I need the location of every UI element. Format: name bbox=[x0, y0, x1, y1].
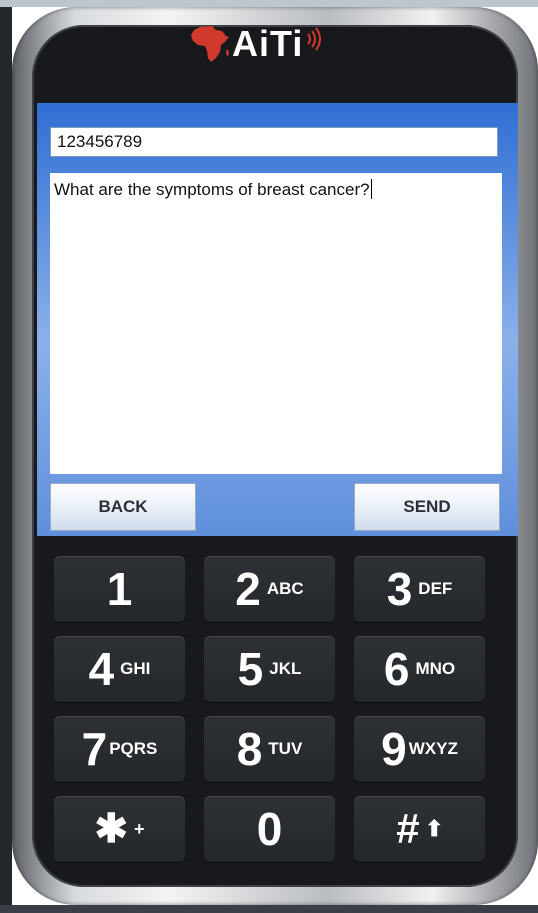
aiti-logo: AiTi bbox=[190, 24, 323, 64]
key-0[interactable]: 0 bbox=[204, 796, 335, 862]
key-7[interactable]: 7 PQRS bbox=[54, 716, 185, 782]
key-5[interactable]: 5 JKL bbox=[204, 636, 335, 702]
keypad: 1 2 ABC 3 DEF 4 GHI 5 JKL 6 MNO 7 PQRS 8… bbox=[54, 556, 488, 866]
key-9[interactable]: 9 WXYZ bbox=[354, 716, 485, 782]
back-button[interactable]: BACK bbox=[50, 483, 196, 531]
hash-icon: # bbox=[395, 805, 419, 852]
africa-map-icon bbox=[191, 26, 229, 62]
key-letters: DEF bbox=[418, 579, 453, 598]
signal-waves-icon bbox=[307, 27, 322, 51]
key-digit: 3 bbox=[386, 563, 413, 615]
logo-text: AiTi bbox=[232, 23, 304, 64]
key-8[interactable]: 8 TUV bbox=[204, 716, 335, 782]
key-digit: 9 bbox=[381, 723, 407, 775]
window-edge-bottom bbox=[0, 905, 538, 913]
key-hash[interactable]: # ⬆ bbox=[354, 796, 485, 862]
key-letters: GHI bbox=[120, 659, 151, 678]
phone-number-field[interactable]: 123456789 bbox=[50, 127, 498, 157]
key-letters: MNO bbox=[415, 659, 456, 678]
key-6[interactable]: 6 MNO bbox=[354, 636, 485, 702]
key-2[interactable]: 2 ABC bbox=[204, 556, 335, 622]
key-4[interactable]: 4 GHI bbox=[54, 636, 185, 702]
key-letters: ABC bbox=[266, 579, 304, 598]
key-letters: WXYZ bbox=[408, 739, 458, 758]
key-letters: + bbox=[134, 818, 145, 839]
key-digit: 4 bbox=[88, 643, 115, 695]
window-edge-top bbox=[0, 0, 538, 7]
key-letters: JKL bbox=[269, 659, 302, 678]
star-icon: ✱ bbox=[94, 807, 128, 851]
key-digit: 6 bbox=[383, 643, 410, 695]
key-digit: 5 bbox=[237, 643, 264, 695]
send-button[interactable]: SEND bbox=[354, 483, 500, 531]
key-1[interactable]: 1 bbox=[54, 556, 185, 622]
key-letters: PQRS bbox=[109, 739, 158, 758]
key-digit: 1 bbox=[106, 563, 133, 615]
message-textarea[interactable]: What are the symptoms of breast cancer? bbox=[50, 173, 502, 474]
key-star[interactable]: ✱ + bbox=[54, 796, 185, 862]
key-digit: 2 bbox=[235, 563, 261, 615]
key-digit: 0 bbox=[256, 803, 283, 855]
key-letters: TUV bbox=[268, 739, 303, 758]
phone-screen: 123456789 What are the symptoms of breas… bbox=[37, 103, 518, 536]
window-edge-left bbox=[0, 0, 12, 913]
phone-number-value: 123456789 bbox=[57, 132, 143, 151]
message-value: What are the symptoms of breast cancer? bbox=[54, 180, 370, 199]
key-digit: 7 bbox=[81, 723, 108, 775]
shift-up-arrow-icon: ⬆ bbox=[424, 816, 444, 841]
key-digit: 8 bbox=[236, 723, 263, 775]
text-caret bbox=[370, 179, 372, 199]
key-3[interactable]: 3 DEF bbox=[354, 556, 485, 622]
